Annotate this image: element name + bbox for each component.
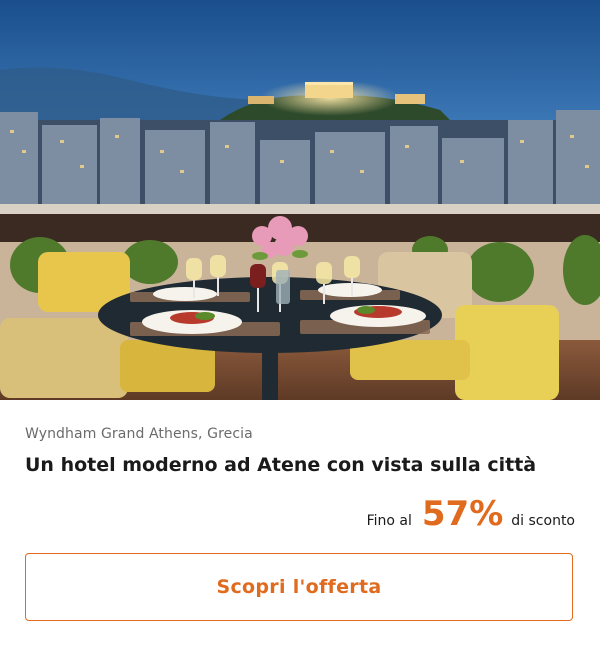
discount-prefix: Fino al: [366, 513, 412, 529]
discount-suffix: di sconto: [511, 513, 575, 529]
discover-offer-label: Scopri l'offerta: [216, 576, 382, 598]
offer-title[interactable]: Un hotel moderno ad Atene con vista sull…: [25, 454, 536, 476]
discount-row: Fino al 57% di sconto: [367, 492, 575, 536]
hotel-name: Wyndham Grand Athens, Grecia: [25, 426, 253, 442]
offer-card: Wyndham Grand Athens, Grecia Un hotel mo…: [0, 0, 600, 648]
discount-percentage: 57%: [421, 494, 504, 534]
hotel-photo[interactable]: [0, 0, 600, 400]
discover-offer-button[interactable]: Scopri l'offerta: [25, 553, 573, 621]
